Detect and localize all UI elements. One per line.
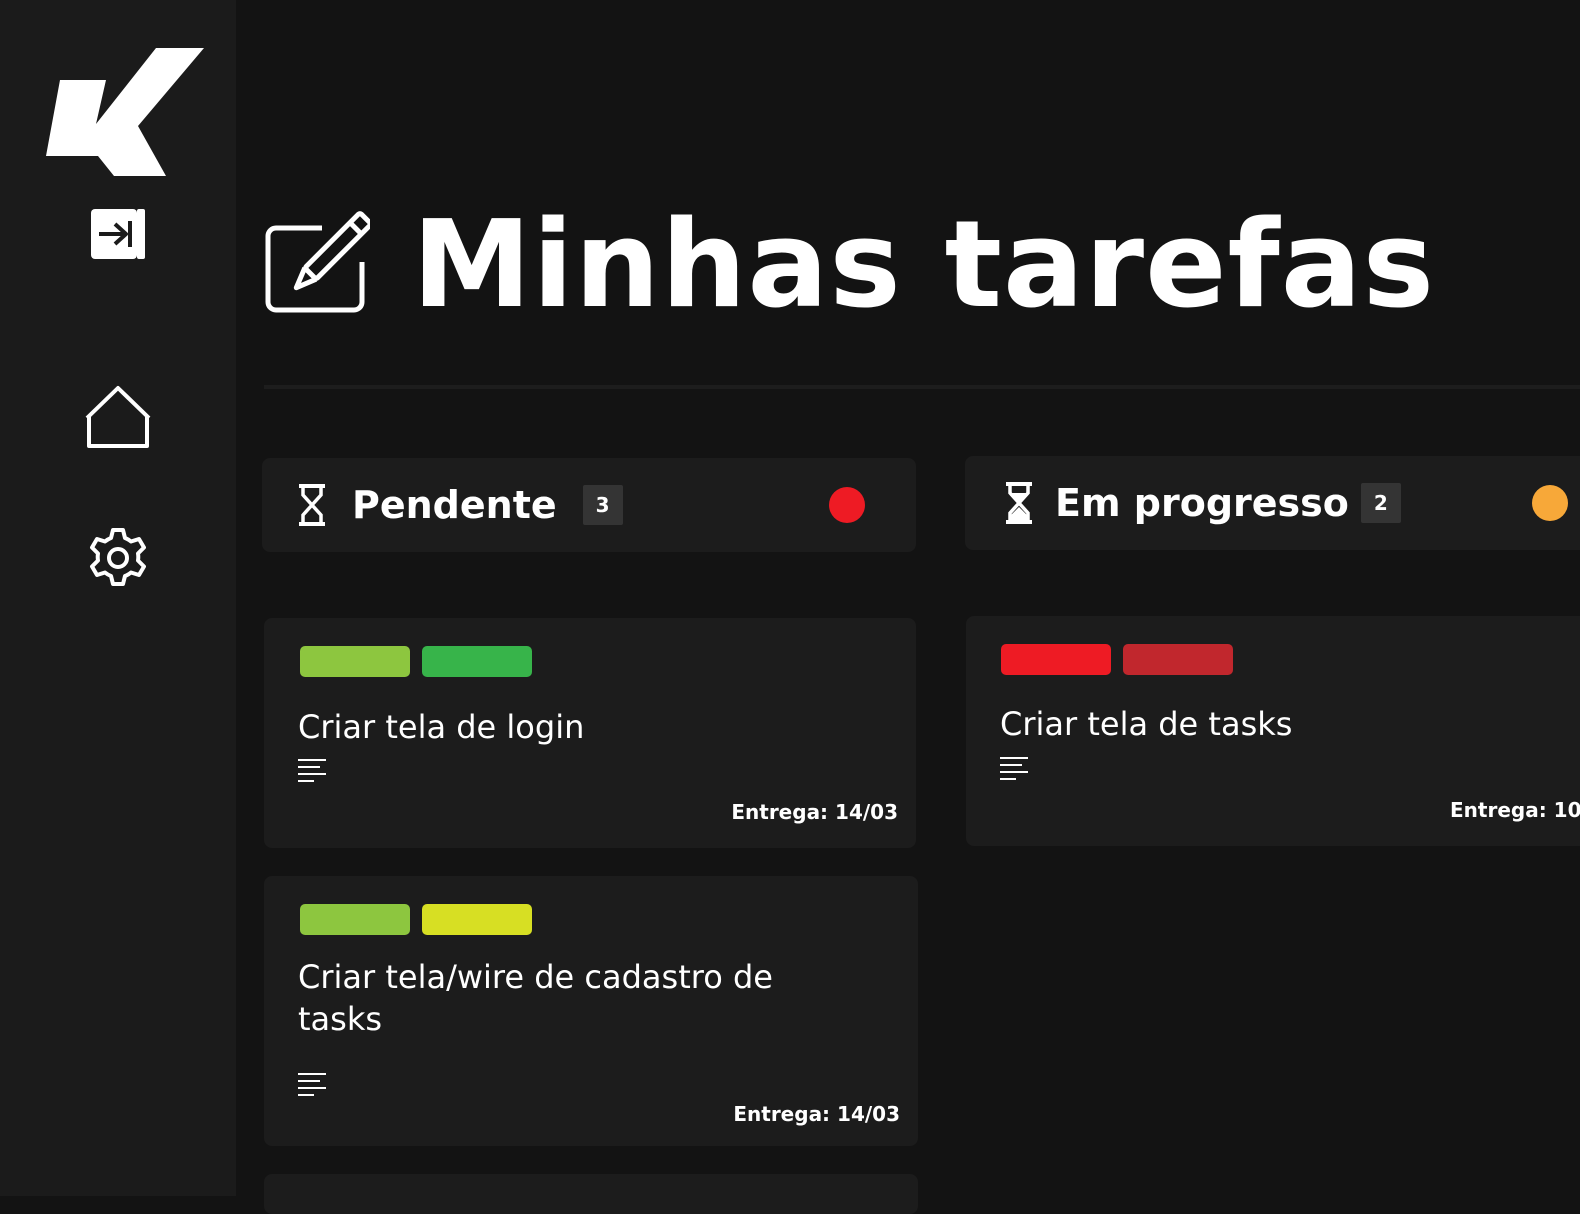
task-title: Criar tela/wire de cadastro de tasks xyxy=(298,958,773,1038)
column-title: Pendente xyxy=(352,483,557,527)
due-date: Entrega: 10/03 xyxy=(1450,798,1580,822)
tag-list xyxy=(300,904,532,935)
sidebar-toggle-icon xyxy=(89,207,147,265)
home-icon xyxy=(83,384,153,454)
task-card[interactable]: Criar tela/wire de cadastro de tasks Ent… xyxy=(264,876,918,1146)
description-icon xyxy=(298,758,328,790)
gear-icon xyxy=(86,526,150,594)
column-title: Em progresso xyxy=(1055,481,1349,525)
hourglass-filling-icon xyxy=(1003,480,1035,526)
description-icon xyxy=(1000,756,1030,788)
tag-chip[interactable] xyxy=(1001,644,1111,675)
app-logo xyxy=(44,44,208,182)
main-content: Minhas tarefas Pendente 3 Criar tela de … xyxy=(236,0,1580,1214)
page-title: Minhas tarefas xyxy=(412,196,1436,335)
task-card[interactable]: Criar tela de login Entrega: 14/03 xyxy=(264,618,916,848)
tag-chip[interactable] xyxy=(422,904,532,935)
tag-list xyxy=(1001,644,1233,675)
tag-chip[interactable] xyxy=(300,904,410,935)
tag-chip[interactable] xyxy=(422,646,532,677)
sidebar xyxy=(0,0,236,1196)
sidebar-item-home[interactable] xyxy=(82,384,154,454)
due-date: Entrega: 14/03 xyxy=(731,800,898,824)
tag-chip[interactable] xyxy=(300,646,410,677)
page-header xyxy=(264,200,373,330)
tag-list xyxy=(300,646,532,677)
task-count-badge: 2 xyxy=(1360,483,1401,523)
sidebar-toggle-button[interactable] xyxy=(88,208,148,264)
task-count-badge: 3 xyxy=(582,485,623,525)
header-divider xyxy=(264,385,1580,389)
task-title: Criar tela de tasks xyxy=(1000,705,1293,743)
description-icon xyxy=(298,1072,328,1104)
task-card[interactable]: Criar tela de tasks Entrega: 10/03 xyxy=(966,616,1580,846)
due-date: Entrega: 14/03 xyxy=(733,1102,900,1126)
hourglass-empty-icon xyxy=(296,482,328,528)
edit-note-icon xyxy=(264,210,373,320)
task-title: Criar tela de login xyxy=(298,708,585,746)
tag-chip[interactable] xyxy=(1123,644,1233,675)
status-dot xyxy=(1532,485,1568,521)
sidebar-item-settings[interactable] xyxy=(84,526,152,594)
task-card[interactable] xyxy=(264,1174,918,1214)
column-header-pendente: Pendente 3 xyxy=(262,458,916,552)
column-header-em-progresso: Em progresso 2 xyxy=(965,456,1580,550)
status-dot xyxy=(829,487,865,523)
